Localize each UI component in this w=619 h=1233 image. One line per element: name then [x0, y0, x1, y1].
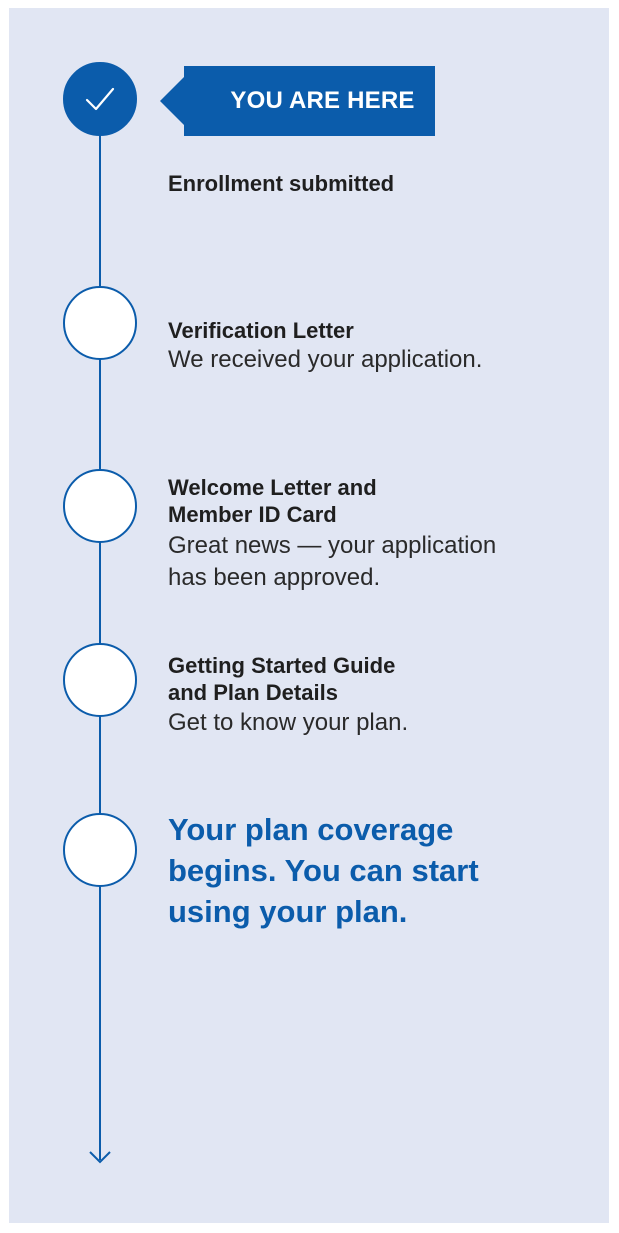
step-desc-getting-started: Get to know your plan.	[168, 709, 409, 736]
down-arrow-icon	[89, 1151, 111, 1164]
step-title-getting-started: Getting Started Guide and Plan Details	[168, 653, 396, 705]
step-title-welcome: Welcome Letter and Member ID Card	[168, 475, 377, 527]
step-desc-welcome: Great news — your application has been a…	[168, 532, 497, 591]
you-are-here-label: YOU ARE HERE	[230, 87, 415, 114]
step-node-verification	[63, 286, 137, 360]
step-node-enrollment	[63, 62, 137, 136]
step-node-coverage	[63, 813, 137, 887]
you-are-here-badge: YOU ARE HERE	[160, 66, 435, 136]
step-title-enrollment: Enrollment submitted	[168, 171, 395, 196]
step-title-verification: Verification Letter	[168, 318, 354, 343]
step-desc-verification: We received your application.	[168, 346, 483, 373]
step-title-coverage: Your plan coverage begins. You can start…	[168, 812, 479, 929]
step-node-welcome	[63, 469, 137, 543]
timeline-line	[99, 100, 101, 1160]
check-icon	[85, 87, 115, 111]
step-node-getting-started	[63, 643, 137, 717]
